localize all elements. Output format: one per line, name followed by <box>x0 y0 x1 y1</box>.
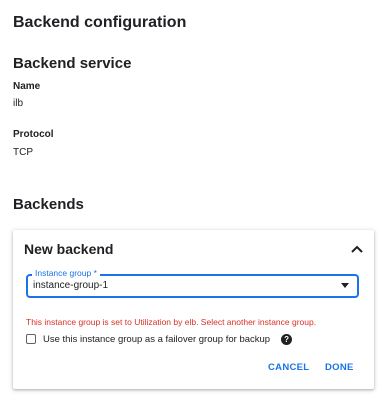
backend-configuration-page: Backend configuration Backend service Na… <box>0 0 387 400</box>
page-title: Backend configuration <box>13 14 187 31</box>
help-icon[interactable]: ? <box>281 333 293 345</box>
name-value: ilb <box>13 98 24 109</box>
failover-checkbox-label[interactable]: Use this instance group as a failover gr… <box>43 334 270 345</box>
protocol-value: TCP <box>13 147 33 158</box>
name-label: Name <box>13 81 41 92</box>
instance-group-label: Instance group * <box>32 268 100 278</box>
backend-service-heading: Backend service <box>13 55 132 72</box>
instance-group-select[interactable]: Instance group * instance-group-1 <box>26 268 359 298</box>
new-backend-card: New backend Instance group * instance-gr… <box>13 230 374 389</box>
dropdown-arrow-icon <box>341 283 349 288</box>
instance-group-error: This instance group is set to Utilizatio… <box>26 317 317 327</box>
chevron-up-icon <box>351 245 363 253</box>
failover-checkbox[interactable] <box>26 334 36 344</box>
protocol-label: Protocol <box>13 129 54 140</box>
new-backend-title: New backend <box>24 241 114 257</box>
failover-checkbox-row: Use this instance group as a failover gr… <box>26 332 293 346</box>
done-button[interactable]: DONE <box>321 360 358 375</box>
instance-group-value: instance-group-1 <box>33 280 109 291</box>
backends-heading: Backends <box>13 196 84 213</box>
collapse-button[interactable] <box>348 240 366 258</box>
cancel-button[interactable]: CANCEL <box>264 360 313 375</box>
